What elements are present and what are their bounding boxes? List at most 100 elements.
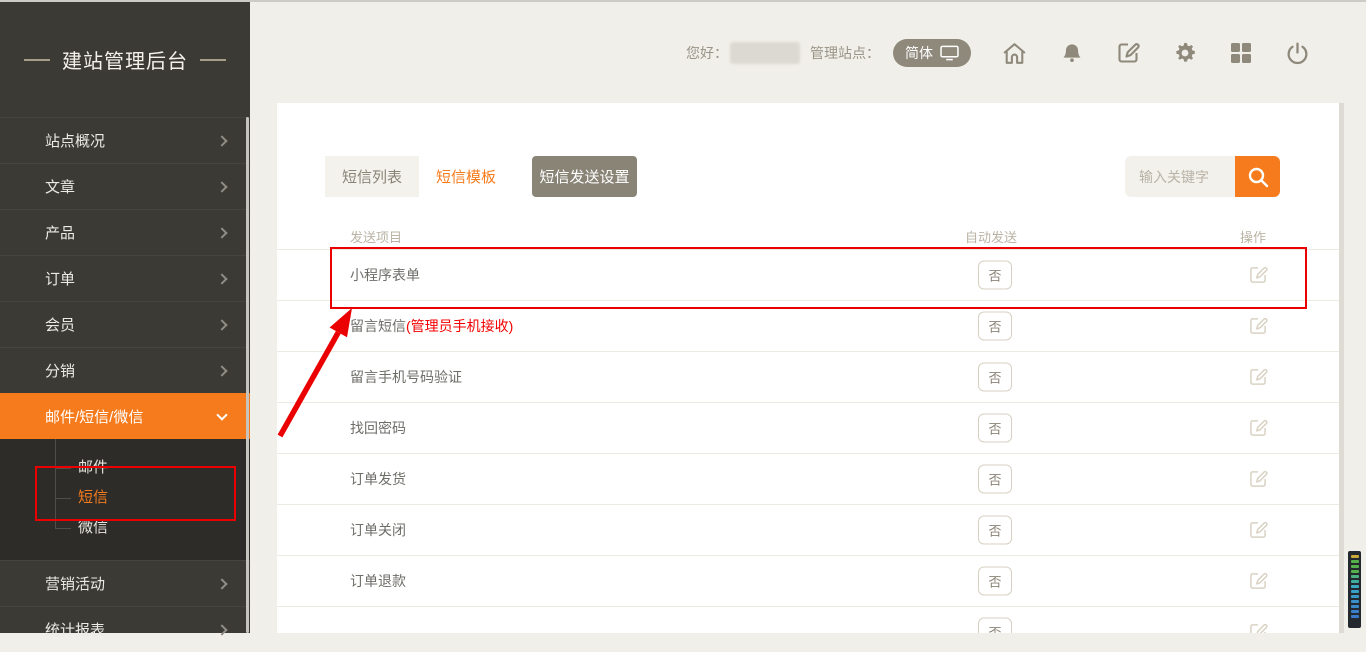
edit-icon[interactable] [1248, 469, 1268, 489]
title-dash-right [200, 59, 226, 61]
apps-grid-icon[interactable] [1230, 42, 1252, 64]
sidebar-item[interactable]: 站点概况 [0, 117, 250, 163]
gear-icon[interactable] [1173, 41, 1197, 65]
edit-icon[interactable] [1248, 316, 1268, 336]
panel-right-gap [1339, 103, 1344, 633]
sidebar-item-label: 会员 [45, 314, 75, 335]
auto-send-toggle-button[interactable]: 否 [978, 363, 1012, 392]
table-row: 否 [277, 607, 1339, 633]
tab[interactable]: 短信模板 [419, 156, 513, 197]
row-name: 找回密码 [350, 418, 406, 438]
auto-send-toggle-button[interactable]: 否 [978, 465, 1012, 494]
row-name-note: (管理员手机接收) [406, 318, 513, 334]
auto-send-toggle-button[interactable]: 否 [978, 516, 1012, 545]
row-name: 订单退款 [350, 571, 406, 591]
redacted-username [730, 42, 800, 64]
sidebar-item-label: 营销活动 [45, 573, 105, 594]
auto-send-toggle-button[interactable]: 否 [978, 312, 1012, 341]
sidebar-item-label: 分销 [45, 360, 75, 381]
table-row: 留言短信(管理员手机接收) 否 [277, 301, 1339, 352]
sidebar-item[interactable]: 会员 [0, 301, 250, 347]
monitor-icon [940, 45, 959, 61]
widget-stripe [1351, 595, 1359, 598]
search-icon [1247, 166, 1269, 188]
chevron-right-icon [216, 181, 227, 192]
widget-stripe [1351, 590, 1359, 593]
widget-stripe [1351, 580, 1359, 583]
edit-icon[interactable] [1248, 367, 1268, 387]
chevron-right-icon [216, 273, 227, 284]
home-icon[interactable] [1001, 41, 1028, 66]
sidebar-item[interactable]: 文章 [0, 163, 250, 209]
browser-overlay-widget[interactable] [1348, 551, 1361, 628]
chevron-right-icon [216, 578, 227, 589]
row-name: 订单发货 [350, 469, 406, 489]
widget-stripe [1351, 570, 1359, 573]
row-name: 留言短信(管理员手机接收) [350, 316, 513, 336]
widget-stripe [1351, 565, 1359, 568]
widget-stripe [1351, 585, 1359, 588]
sidebar-item[interactable]: 营销活动 [0, 560, 250, 606]
sidebar-submenu-item[interactable]: 邮件 [0, 453, 250, 483]
column-header-item: 发送项目 [350, 227, 402, 246]
row-name: 订单关闭 [350, 520, 406, 540]
row-name: 小程序表单 [350, 265, 420, 285]
column-header-action: 操作 [1240, 227, 1266, 246]
widget-stripe [1351, 605, 1359, 608]
widget-stripe [1351, 610, 1359, 613]
sidebar-item-mail-sms-wechat[interactable]: 邮件/短信/微信 [0, 393, 250, 439]
sidebar-item-label: 站点概况 [45, 130, 105, 151]
sidebar-item-label: 统计报表 [45, 619, 105, 640]
edit-icon[interactable] [1248, 622, 1268, 633]
language-label: 简体 [905, 43, 933, 63]
table-body: 小程序表单 否 留言短信(管理员手机接收) 否 留言手机号码验证 否 [277, 250, 1339, 633]
topbar: 您好： 管理站点： 简体 [686, 37, 1310, 69]
table-row: 找回密码 否 [277, 403, 1339, 454]
sidebar-item[interactable]: 统计报表 [0, 606, 250, 652]
sidebar-scrollbar[interactable] [246, 117, 249, 633]
power-icon[interactable] [1285, 41, 1310, 66]
tab-label: 短信模板 [436, 166, 496, 187]
tab-label: 短信列表 [342, 166, 402, 187]
sidebar-item[interactable]: 分销 [0, 347, 250, 393]
search-input[interactable] [1125, 156, 1235, 197]
sidebar-submenu-item-label: 邮件 [78, 459, 108, 476]
sidebar-item-label: 订单 [45, 268, 75, 289]
sidebar-submenu-item[interactable]: 微信 [0, 513, 250, 543]
sidebar-item[interactable]: 产品 [0, 209, 250, 255]
bell-icon[interactable] [1061, 41, 1083, 65]
window-top-edge [0, 0, 1366, 2]
edit-icon[interactable] [1248, 265, 1268, 285]
table-row: 订单发货 否 [277, 454, 1339, 505]
title-dash-left [24, 59, 50, 61]
sidebar-submenu-item-label: 短信 [78, 489, 108, 506]
language-site-pill[interactable]: 简体 [893, 39, 971, 67]
edit-icon[interactable] [1248, 520, 1268, 540]
auto-send-toggle-button[interactable]: 否 [978, 414, 1012, 443]
auto-send-toggle-button[interactable]: 否 [978, 618, 1012, 634]
sidebar-submenu-item-label: 微信 [78, 519, 108, 536]
admin-panel-title: 建站管理后台 [0, 2, 250, 117]
greeting-label: 您好： [686, 43, 728, 63]
auto-send-toggle-button[interactable]: 否 [978, 567, 1012, 596]
widget-stripe [1351, 560, 1359, 563]
chevron-down-icon [216, 409, 227, 420]
sidebar-item-label: 邮件/短信/微信 [45, 406, 143, 427]
sidebar-submenu-item[interactable]: 短信 [0, 483, 250, 513]
edit-icon[interactable] [1116, 41, 1140, 65]
edit-icon[interactable] [1248, 418, 1268, 438]
widget-stripe [1351, 575, 1359, 578]
search-bar [1125, 156, 1280, 197]
chevron-right-icon [216, 135, 227, 146]
tab[interactable]: 短信列表 [325, 156, 419, 197]
column-header-auto-send: 自动发送 [965, 227, 1017, 246]
edit-icon[interactable] [1248, 571, 1268, 591]
sms-send-settings-button[interactable]: 短信发送设置 [532, 156, 637, 197]
content-panel: 短信列表 短信模板 短信发送设置 发送项目 自动发送 操作 小程序表单 否 [277, 103, 1339, 633]
table-row: 留言手机号码验证 否 [277, 352, 1339, 403]
chevron-right-icon [216, 227, 227, 238]
table-row: 订单退款 否 [277, 556, 1339, 607]
auto-send-toggle-button[interactable]: 否 [978, 261, 1012, 290]
sidebar-item[interactable]: 订单 [0, 255, 250, 301]
search-button[interactable] [1235, 156, 1280, 197]
